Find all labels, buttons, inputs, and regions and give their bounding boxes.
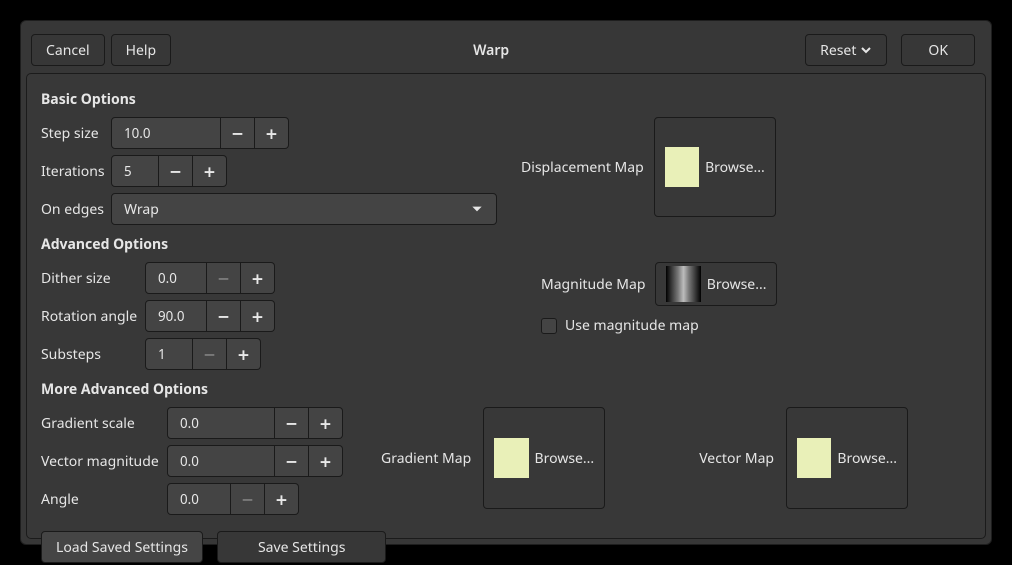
vector-magnitude-decrement[interactable]: − — [275, 445, 309, 477]
help-button[interactable]: Help — [111, 34, 172, 66]
dropdown-icon — [470, 202, 484, 216]
gradient-map-label: Gradient Map — [381, 449, 471, 468]
vector-magnitude-increment[interactable]: + — [309, 445, 343, 477]
substeps-increment[interactable]: + — [227, 338, 261, 370]
substeps-input[interactable] — [145, 338, 193, 370]
dither-size-label: Dither size — [41, 269, 145, 288]
load-settings-label: Load Saved Settings — [56, 538, 188, 557]
use-magnitude-label: Use magnitude map — [565, 316, 699, 335]
angle-label: Angle — [41, 490, 167, 509]
gradient-scale-label: Gradient scale — [41, 414, 167, 433]
rotation-angle-input[interactable] — [145, 300, 207, 332]
gradient-map-thumbnail — [494, 438, 528, 478]
angle-increment[interactable]: + — [265, 483, 299, 515]
browse-label: Browse... — [837, 449, 897, 468]
iterations-increment[interactable]: + — [193, 155, 227, 187]
dither-size-input[interactable] — [145, 262, 207, 294]
gradient-scale-increment[interactable]: + — [309, 407, 343, 439]
vector-magnitude-label: Vector magnitude — [41, 452, 167, 471]
browse-label: Browse... — [705, 158, 765, 177]
iterations-input[interactable] — [111, 155, 159, 187]
cancel-label: Cancel — [46, 41, 90, 60]
browse-label: Browse... — [707, 275, 767, 294]
ok-label: OK — [928, 41, 948, 60]
displacement-map-thumbnail — [665, 147, 699, 187]
use-magnitude-checkbox[interactable] — [541, 318, 557, 334]
step-size-input[interactable] — [111, 117, 221, 149]
on-edges-label: On edges — [41, 200, 111, 219]
angle-input[interactable] — [167, 483, 231, 515]
vector-magnitude-input[interactable] — [167, 445, 275, 477]
vector-map-label: Vector Map — [699, 449, 774, 468]
step-size-label: Step size — [41, 124, 111, 143]
title-bar: Cancel Help Warp Reset OK — [21, 21, 991, 69]
on-edges-value: Wrap — [124, 200, 159, 219]
more-advanced-options-heading: More Advanced Options — [41, 380, 971, 399]
gradient-map-chooser[interactable]: Browse... — [483, 407, 605, 509]
substeps-label: Substeps — [41, 345, 145, 364]
on-edges-select[interactable]: Wrap — [111, 193, 497, 225]
iterations-label: Iterations — [41, 162, 111, 181]
substeps-decrement[interactable]: − — [193, 338, 227, 370]
ok-button[interactable]: OK — [901, 34, 975, 66]
step-size-increment[interactable]: + — [255, 117, 289, 149]
dialog-title: Warp — [177, 41, 805, 60]
dialog-body: Basic Options Step size − + Iterations −… — [26, 73, 986, 539]
vector-map-chooser[interactable]: Browse... — [786, 407, 908, 509]
cancel-button[interactable]: Cancel — [31, 34, 105, 66]
dither-size-decrement[interactable]: − — [207, 262, 241, 294]
magnitude-map-label: Magnitude Map — [541, 275, 645, 294]
browse-label: Browse... — [535, 449, 595, 468]
magnitude-map-chooser[interactable]: Browse... — [655, 262, 777, 306]
magnitude-map-thumbnail — [666, 266, 700, 302]
load-settings-button[interactable]: Load Saved Settings — [41, 531, 203, 563]
rotation-angle-label: Rotation angle — [41, 307, 145, 326]
basic-options-heading: Basic Options — [41, 90, 971, 109]
save-settings-label: Save Settings — [258, 538, 345, 557]
warp-dialog: Cancel Help Warp Reset OK Basic Options … — [20, 20, 992, 545]
gradient-scale-input[interactable] — [167, 407, 275, 439]
save-settings-button[interactable]: Save Settings — [217, 531, 386, 563]
help-label: Help — [126, 41, 157, 60]
gradient-scale-decrement[interactable]: − — [275, 407, 309, 439]
chevron-down-icon — [860, 44, 872, 56]
advanced-options-heading: Advanced Options — [41, 235, 971, 254]
rotation-angle-decrement[interactable]: − — [207, 300, 241, 332]
step-size-decrement[interactable]: − — [221, 117, 255, 149]
displacement-map-chooser[interactable]: Browse... — [654, 117, 776, 217]
reset-label: Reset — [820, 41, 856, 60]
vector-map-thumbnail — [797, 438, 831, 478]
displacement-map-label: Displacement Map — [521, 158, 644, 177]
dither-size-increment[interactable]: + — [241, 262, 275, 294]
iterations-decrement[interactable]: − — [159, 155, 193, 187]
reset-button[interactable]: Reset — [805, 34, 887, 66]
rotation-angle-increment[interactable]: + — [241, 300, 275, 332]
angle-decrement[interactable]: − — [231, 483, 265, 515]
